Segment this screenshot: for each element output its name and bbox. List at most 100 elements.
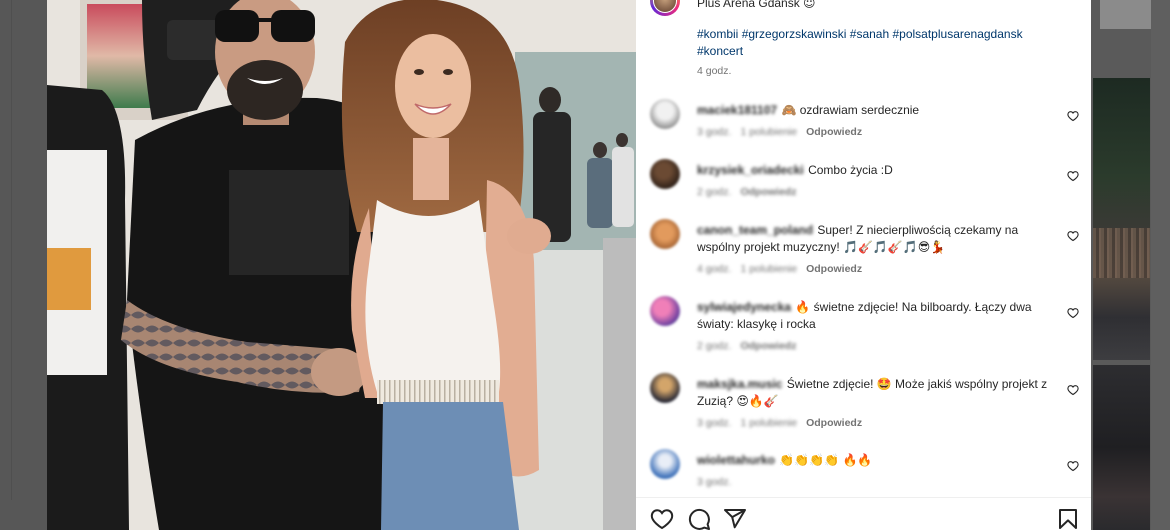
woman-face [395, 34, 471, 138]
heart-icon [1067, 230, 1079, 241]
heart-icon [1067, 110, 1079, 121]
heart-icon [1067, 170, 1079, 181]
author-avatar[interactable] [650, 0, 680, 16]
comment-body: sylwiajedynecka 🔥 świetne zdjęcie! Na bi… [697, 299, 1059, 353]
woman-hand-on-shoulder [507, 218, 551, 254]
dimmed-grid-image[interactable] [1093, 365, 1150, 530]
comment-button[interactable] [687, 507, 711, 530]
like-button[interactable] [650, 507, 674, 530]
left-person-badge [47, 248, 91, 310]
glasses-left-lens [215, 10, 259, 42]
comment-like-button[interactable] [1067, 306, 1079, 318]
comment-like-button[interactable] [1067, 109, 1079, 121]
comments-panel[interactable]: Plus Arena Gdańsk 😇 #kombii #grzegorzska… [636, 0, 1091, 530]
comment-message: 🙈 ozdrawiam serdecznie [781, 102, 920, 117]
divider [11, 0, 12, 500]
glasses-bridge [257, 18, 273, 22]
reply-button[interactable]: Odpowiedz [806, 417, 862, 429]
commenter-avatar[interactable] [650, 218, 680, 249]
comment-username[interactable]: maksjka.music [697, 377, 782, 391]
hashtag-link[interactable]: #grzegorzskawinski [742, 27, 847, 41]
shirt-print [229, 170, 349, 275]
man-beard [227, 60, 303, 120]
comment-username[interactable]: krzysiek_oriadecki [697, 163, 804, 177]
caption-hashtags: #kombii #grzegorzskawinski #sanah #polsa… [697, 26, 1042, 60]
comment-username[interactable]: maciek181107 [697, 103, 777, 117]
top-fringe [377, 380, 499, 404]
comment-username[interactable]: canon_team_poland [697, 223, 813, 237]
comment-message: Combo życia :D [808, 162, 893, 177]
commenter-avatar[interactable] [650, 295, 680, 326]
reply-button[interactable]: Odpowiedz [806, 126, 862, 138]
glasses-right-lens [271, 10, 315, 42]
commenter-avatar[interactable] [650, 158, 680, 189]
comment-time[interactable]: 3 godz. [697, 476, 731, 488]
comment-username[interactable]: sylwiajedynecka [697, 300, 791, 314]
heart-icon [650, 509, 674, 530]
hashtag-link[interactable]: #koncert [697, 44, 743, 58]
hashtag-link[interactable]: #sanah [850, 27, 889, 41]
comment-like-button[interactable] [1067, 383, 1079, 395]
comment-time[interactable]: 2 godz. [697, 340, 731, 352]
comment-meta: 2 godz. Odpowiedz [697, 185, 1059, 199]
commenter-avatar[interactable] [650, 98, 680, 129]
comment-likes[interactable]: 1 polubienie [740, 263, 797, 275]
comment-body: maciek181107 🙈 ozdrawiam serdecznie 3 go… [697, 102, 1059, 139]
comment-username[interactable]: wiolettahurko [697, 453, 775, 467]
dimmed-page-left[interactable] [0, 0, 47, 530]
comment-text: canon_team_poland Super! Z niecierpliwoś… [697, 222, 1059, 256]
comment-time[interactable]: 3 godz. [697, 126, 731, 138]
heart-icon [1067, 307, 1079, 318]
comment-message: 👏👏👏👏 🔥🔥 [779, 452, 873, 467]
woman-eye-right [443, 69, 453, 75]
comment-body: wiolettahurko 👏👏👏👏 🔥🔥 3 godz. [697, 452, 1059, 489]
comment-meta: 4 godz. 1 polubienie Odpowiedz [697, 262, 1059, 276]
hashtag-link[interactable]: #polsatplusarenagdansk [892, 27, 1022, 41]
heart-icon [1067, 460, 1079, 471]
comment-likes[interactable]: 1 polubienie [740, 417, 797, 429]
bg-person-head-2 [593, 142, 607, 158]
comment-text: maciek181107 🙈 ozdrawiam serdecznie [697, 102, 1059, 119]
comment-like-button[interactable] [1067, 229, 1079, 241]
reply-button[interactable]: Odpowiedz [740, 186, 796, 198]
save-button[interactable] [1056, 507, 1080, 530]
bg-person-head-3 [616, 133, 628, 147]
commenter-avatar[interactable] [650, 448, 680, 479]
heart-icon [1067, 384, 1079, 395]
caption-location-line: Plus Arena Gdańsk 😇 [697, 0, 816, 10]
gray-bench [603, 238, 636, 530]
woman-eye-left [414, 69, 424, 75]
share-icon [724, 509, 746, 529]
bg-person-body-3 [612, 147, 634, 227]
comment-time[interactable]: 2 godz. [697, 186, 731, 198]
bookmark-icon [1059, 509, 1077, 529]
comment-time[interactable]: 4 godz. [697, 263, 731, 275]
comment-like-button[interactable] [1067, 169, 1079, 181]
post-photo[interactable] [47, 0, 636, 530]
comment-likes[interactable]: 1 polubienie [740, 126, 797, 138]
comment-meta: 3 godz. 1 polubienie Odpowiedz [697, 416, 1059, 430]
dimmed-grid-image[interactable] [1093, 78, 1150, 360]
comment-meta: 2 godz. Odpowiedz [697, 339, 1059, 353]
reply-button[interactable]: Odpowiedz [806, 263, 862, 275]
comment-time[interactable]: 3 godz. [697, 417, 731, 429]
photo-illustration [47, 0, 636, 530]
share-button[interactable] [723, 507, 747, 530]
comment-like-button[interactable] [1067, 459, 1079, 471]
dimmed-crowd [1093, 228, 1150, 278]
woman-jeans [381, 402, 519, 530]
dimmed-page-right[interactable] [1091, 0, 1170, 530]
reply-button[interactable]: Odpowiedz [740, 340, 796, 352]
dimmed-gutter [1151, 0, 1170, 530]
woman-neck [413, 138, 449, 200]
post-timestamp[interactable]: 4 godz. [697, 64, 731, 79]
comment-meta: 3 godz. [697, 475, 1059, 489]
bg-person-body-2 [587, 158, 613, 228]
hashtag-link[interactable]: #kombii [697, 27, 738, 41]
comment-body: maksjka.music Świetne zdjęcie! 🤩 Może ja… [697, 376, 1059, 430]
comment-text: sylwiajedynecka 🔥 świetne zdjęcie! Na bi… [697, 299, 1059, 333]
bg-person-head [539, 87, 561, 113]
comment-body: krzysiek_oriadecki Combo życia :D 2 godz… [697, 162, 1059, 199]
post-action-bar [636, 497, 1091, 530]
commenter-avatar[interactable] [650, 372, 680, 403]
